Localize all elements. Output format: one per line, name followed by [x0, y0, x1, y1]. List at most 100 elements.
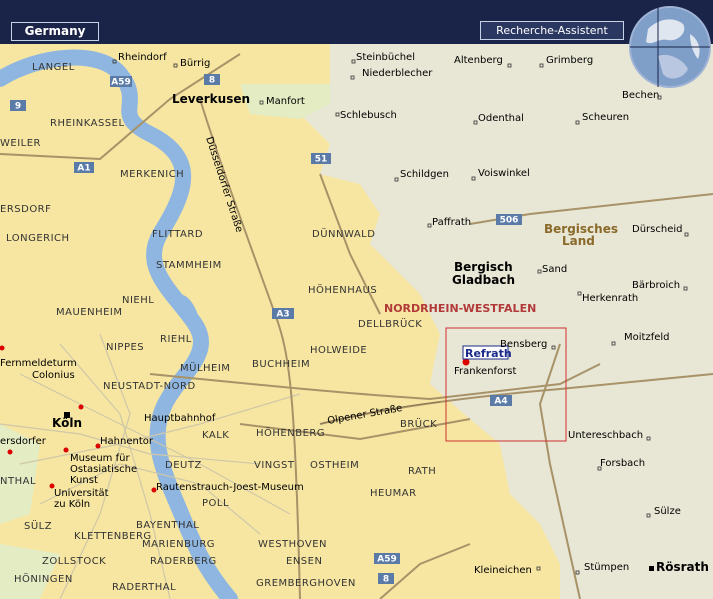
poi-ersdorfer: ersdorfer: [0, 436, 47, 447]
district-raderberg: RADERBERG: [150, 556, 217, 567]
label-koeln: Köln: [52, 416, 82, 430]
district-stammheim: STAMMHEIM: [156, 260, 222, 271]
district-suelz: SÜLZ: [24, 519, 52, 532]
place-grimberg: Grimberg: [546, 55, 593, 66]
poi-fernmeldeturm: Fernmeldeturm: [0, 358, 77, 369]
district-niehl: NIEHL: [122, 295, 154, 306]
district-langel: LANGEL: [32, 62, 75, 73]
district-longerich: LONGERICH: [6, 233, 70, 244]
country-selector[interactable]: Germany: [11, 22, 99, 41]
place-duerscheid: Dürscheid: [632, 224, 682, 235]
place-frankenforst: Frankenforst: [454, 366, 516, 377]
place-schildgen: Schildgen: [400, 169, 449, 180]
district-ersdorf: ERSDORF: [0, 204, 51, 215]
place-herkenrath: Herkenrath: [582, 293, 638, 304]
svg-text:A59: A59: [377, 555, 397, 565]
top-bar: Germany Recherche-Assistent: [0, 0, 713, 44]
place-paffrath: Paffrath: [432, 217, 471, 228]
district-nthal: NTHAL: [0, 476, 36, 487]
label-bergisch: Bergisch: [454, 260, 513, 274]
place-schlebusch: Schlebusch: [340, 110, 397, 121]
svg-text:A3: A3: [276, 310, 289, 320]
svg-text:A1: A1: [77, 164, 90, 174]
district-hoeningen: HÖNINGEN: [14, 572, 73, 585]
place-bechen: Bechen: [622, 90, 659, 101]
district-ostheim: OSTHEIM: [310, 460, 359, 471]
district-brueck: BRÜCK: [400, 417, 437, 430]
district-mauenheim: MAUENHEIM: [56, 307, 123, 318]
roesrath-marker: [649, 566, 654, 571]
poi-colonius: Colonius: [32, 370, 75, 381]
district-nippes: NIPPES: [106, 342, 144, 353]
label-roesrath: Rösrath: [656, 560, 709, 574]
district-muelheim: MÜLHEIM: [180, 361, 230, 374]
district-rath: RATH: [408, 466, 436, 477]
district-raderthal: RADERTHAL: [112, 582, 176, 593]
district-merkenich: MERKENICH: [120, 169, 184, 180]
poi-rautenstrauch: Rautenstrauch-Joest-Museum: [156, 482, 304, 493]
place-voiswinkel: Voiswinkel: [478, 168, 530, 179]
svg-text:9: 9: [15, 102, 21, 112]
place-scheuren: Scheuren: [582, 112, 629, 123]
label-land: Land: [562, 234, 595, 248]
place-niederblecher: Niederblecher: [362, 68, 433, 79]
district-bayenthal: BAYENTHAL: [136, 520, 199, 531]
label-leverkusen: Leverkusen: [172, 92, 250, 106]
district-poll: POLL: [202, 498, 229, 509]
district-kalk: KALK: [202, 430, 229, 441]
research-assistant-button[interactable]: Recherche-Assistent: [480, 21, 624, 40]
place-forsbach: Forsbach: [600, 458, 645, 469]
district-weiler: WEILER: [0, 138, 41, 149]
district-zollstock: ZOLLSTOCK: [42, 556, 106, 567]
district-marienburg: MARIENBURG: [142, 539, 215, 550]
district-deutz: DEUTZ: [165, 460, 202, 471]
place-stuempen: Stümpen: [584, 562, 629, 573]
place-suelze: Sülze: [654, 506, 681, 517]
poi-museum-line2: Ostasiatische: [70, 464, 137, 475]
district-hoehenberg: HÖHENBERG: [256, 426, 325, 439]
poi-museum-line1: Museum für: [70, 453, 130, 464]
svg-text:51: 51: [315, 155, 328, 165]
svg-text:506: 506: [500, 216, 519, 226]
district-ensen: ENSEN: [286, 556, 322, 567]
district-klettenberg: KLETTENBERG: [74, 531, 152, 542]
district-holweide: HOLWEIDE: [310, 345, 367, 356]
place-bensberg: Bensberg: [500, 339, 547, 350]
district-hoehenhaus: HÖHENHAUS: [308, 283, 377, 296]
district-buchheim: BUCHHEIM: [252, 359, 310, 370]
place-untereschbach: Untereschbach: [568, 430, 643, 441]
svg-text:8: 8: [209, 76, 215, 86]
place-moitzfeld: Moitzfeld: [624, 332, 670, 343]
place-baerbroich: Bärbroich: [632, 280, 680, 291]
svg-text:A4: A4: [494, 397, 507, 407]
district-rheinkassel: RHEINKASSEL: [50, 118, 125, 129]
place-buerrig: Bürrig: [180, 58, 210, 69]
map-view[interactable]: A59 8 9 A1 51 506 A3 A4 A59 8 Refrath Le…: [0, 44, 713, 599]
district-westhoven: WESTHOVEN: [258, 539, 327, 550]
globe-overview-icon[interactable]: [628, 4, 712, 90]
district-heumar: HEUMAR: [370, 488, 417, 499]
poi-hahnentor: Hahnentor: [100, 436, 154, 447]
place-manfort: Manfort: [266, 96, 305, 107]
district-gremberghoven: GREMBERGHOVEN: [256, 578, 356, 589]
district-dellbrueck: DELLBRÜCK: [358, 317, 422, 330]
place-altenberg: Altenberg: [454, 55, 503, 66]
poi-zu-koeln: zu Köln: [54, 499, 90, 510]
place-sand: Sand: [542, 264, 567, 275]
place-odenthal: Odenthal: [478, 113, 524, 124]
poi-hauptbahnhof: Hauptbahnhof: [144, 413, 216, 424]
place-steinbuechel: Steinbüchel: [356, 52, 415, 63]
svg-text:A59: A59: [111, 78, 131, 88]
district-duennwald: DÜNNWALD: [312, 227, 375, 240]
poi-museum-line3: Kunst: [70, 475, 98, 486]
poi-universitaet: Universität: [54, 488, 109, 499]
place-kleineichen: Kleineichen: [474, 565, 532, 576]
label-gladbach: Gladbach: [452, 273, 515, 287]
map-application: Germany Recherche-Assistent A59 8 9 A1 5…: [0, 0, 713, 599]
district-flittard: FLITTARD: [152, 229, 203, 240]
svg-text:8: 8: [383, 575, 389, 585]
district-neustadt-nord: NEUSTADT-NORD: [103, 381, 196, 392]
label-state: NORDRHEIN-WESTFALEN: [384, 302, 536, 315]
district-vingst: VINGST: [254, 460, 295, 471]
district-riehl: RIEHL: [160, 334, 192, 345]
